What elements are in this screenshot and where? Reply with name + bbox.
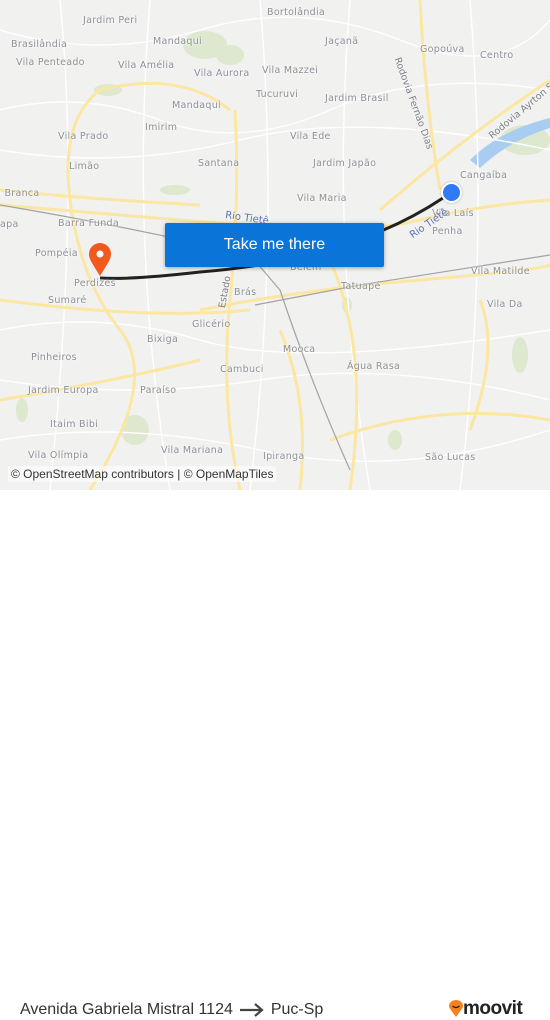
map-label: Brás (234, 287, 257, 298)
map-label: São Lucas (425, 452, 476, 463)
map-label: Limão (69, 161, 100, 172)
map-label: Bortolândia (267, 7, 326, 18)
destination-name: Puc-Sp (270, 1001, 324, 1018)
map-label: Jardim Brasil (325, 93, 389, 104)
origin-name: Avenida Gabriela Mistral 1124 (20, 1001, 233, 1018)
map-label: Glicério (192, 319, 231, 330)
map-label: Gopoúva (420, 44, 465, 55)
map-label: Barra Funda (58, 218, 119, 229)
arrow-right-icon (239, 1003, 264, 1017)
map-label: Mandaqui (153, 36, 202, 47)
map-label: Cambuci (220, 364, 264, 375)
footer: Avenida Gabriela Mistral 1124 Puc-Sp moo… (0, 490, 550, 1019)
map-label: Ipiranga (263, 451, 305, 462)
map-label: Pompéia (35, 248, 78, 259)
map-label: Jardim Europa (28, 385, 99, 396)
map-label: Vila Maria (297, 193, 347, 204)
map-label: Itaim Bibi (50, 419, 99, 430)
map-label: Bixiga (147, 334, 179, 345)
map-label: Penha (432, 226, 463, 237)
moovit-pin-icon (449, 1000, 463, 1017)
map-label: Vila Penteado (16, 57, 85, 68)
map-label: Sumaré (48, 295, 87, 306)
map-label: Paraíso (140, 385, 177, 396)
brand-name: moovit (463, 998, 523, 1019)
map-label: Jaçanã (325, 36, 359, 47)
map-label: Vila Mariana (161, 445, 224, 456)
map-label: Santana (198, 158, 240, 169)
map-label: Tucuruvi (256, 89, 299, 100)
map[interactable]: Jardim Peri Bortolândia Brasilândia Mand… (0, 0, 550, 490)
map-label: apa (0, 219, 19, 230)
map-attribution[interactable]: © OpenStreetMap contributors | © OpenMap… (8, 466, 277, 482)
take-me-there-button[interactable]: Take me there (165, 223, 384, 267)
map-label: Brasilândia (11, 39, 68, 50)
destination-pin-icon[interactable] (88, 243, 112, 277)
map-label: Imirim (145, 122, 178, 133)
map-label: Vila Amélia (118, 60, 175, 71)
map-label: a Branca (0, 188, 40, 199)
moovit-logo: moovit (449, 998, 523, 1020)
map-label: Cangaíba (460, 170, 508, 181)
map-label: Jardim Peri (83, 15, 138, 26)
map-label: Centro (480, 50, 514, 61)
map-label: Tatuapé (341, 281, 381, 292)
map-label: Mooca (283, 344, 316, 355)
map-label: Vila Da (487, 299, 523, 310)
map-label: Jardim Japão (313, 158, 377, 169)
map-label: Mandaqui (172, 100, 221, 111)
map-label: Vila Olímpia (28, 450, 89, 461)
map-label: Vila Prado (58, 131, 109, 142)
map-label: Vila Ede (290, 131, 331, 142)
map-label: Vila Aurora (194, 68, 250, 79)
map-label: Vila Matilde (471, 266, 530, 277)
map-label: Pinheiros (31, 352, 77, 363)
map-label: Água Rasa (347, 361, 401, 372)
route-summary: Avenida Gabriela Mistral 1124 Puc-Sp (20, 1001, 323, 1019)
map-label: Perdizes (74, 278, 116, 289)
map-label: Vila Mazzei (262, 65, 319, 76)
origin-marker[interactable] (441, 182, 462, 203)
